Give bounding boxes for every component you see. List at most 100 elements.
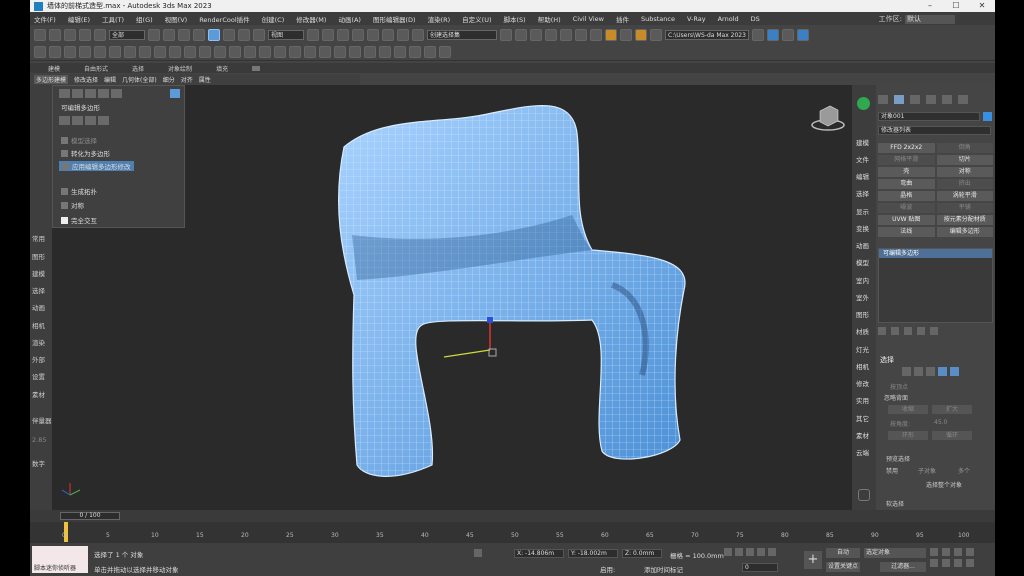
key-filters-button[interactable]: 过滤器... <box>880 562 926 572</box>
flyout-tool-3-icon[interactable] <box>85 116 96 125</box>
flyout-pin-icon[interactable] <box>170 89 180 98</box>
mod-tile-button[interactable]: 平铺 <box>936 203 993 213</box>
maxscript-listener[interactable]: 脚本迷你侦听器 <box>32 546 88 573</box>
mod-meshsmooth-button[interactable]: 网格平滑 <box>878 155 935 165</box>
border-mode-icon[interactable] <box>926 367 935 376</box>
left-item-camera[interactable]: 相机 <box>32 320 45 330</box>
ref-coord-select[interactable]: 视图 <box>268 29 304 40</box>
flyout-element-icon[interactable] <box>111 89 122 98</box>
mod-extrude-button[interactable]: 挤出 <box>936 179 993 189</box>
text-tool-icon[interactable] <box>94 45 106 58</box>
render-production-icon[interactable] <box>650 28 662 41</box>
side-item-interior[interactable]: 室内 <box>856 275 869 285</box>
show-end-result-icon[interactable] <box>891 327 899 335</box>
side-item-edit[interactable]: 编辑 <box>856 171 869 181</box>
mod-slice-button[interactable]: 切片 <box>936 155 993 165</box>
soft-selection-rollout[interactable]: 软选择 <box>886 499 904 508</box>
side-settings-icon[interactable] <box>858 489 870 501</box>
side-item-camera[interactable]: 相机 <box>856 361 869 371</box>
flyout-row-full-interactivity[interactable]: 完全交互 <box>61 215 97 225</box>
zoom-all-icon[interactable] <box>942 548 950 556</box>
project-path-field[interactable]: C:\Users\WS-da Max 2023 <box>665 29 749 40</box>
tab-modeling[interactable]: 建模 <box>48 64 60 73</box>
angle-value-field[interactable]: 45.0 <box>934 419 947 426</box>
stack-item-editable-poly[interactable]: 可编辑多边形 <box>879 249 992 258</box>
y-coord-field[interactable]: Y: -18.002m <box>568 549 618 558</box>
side-item-modeling[interactable]: 建模 <box>856 137 869 147</box>
object-name-field[interactable]: 对象001 <box>878 112 980 121</box>
menu-file[interactable]: 文件(F) <box>34 14 56 24</box>
zoom-extents-icon[interactable] <box>954 548 962 556</box>
menu-edit[interactable]: 编辑(E) <box>68 14 90 24</box>
align-view-icon[interactable] <box>439 45 451 58</box>
maximize-viewport-icon[interactable] <box>966 559 974 567</box>
isolate-toggle-icon[interactable] <box>474 549 482 557</box>
sphere-tool-icon[interactable] <box>64 45 76 58</box>
x-coord-field[interactable]: X: -14.806m <box>514 549 564 558</box>
perspective-viewport[interactable]: 可编辑多边形 模型选择 转化为多边形 应用编辑多边形修改 生成拓扑 对称 完全交… <box>52 85 852 510</box>
side-item-other[interactable]: 其它 <box>856 413 869 423</box>
left-item-modeling[interactable]: 建模 <box>32 268 45 278</box>
pin-stack-icon[interactable] <box>878 327 886 335</box>
mod-edit-poly-button[interactable]: 编辑多边形 <box>936 227 993 237</box>
polygon-mode-icon[interactable] <box>938 367 947 376</box>
menu-graph-editors[interactable]: 图形编辑器(D) <box>373 14 416 24</box>
create-tab-icon[interactable] <box>878 95 888 104</box>
maximize-button[interactable]: ☐ <box>943 0 969 12</box>
measure-icon[interactable] <box>424 45 436 58</box>
named-selection-select[interactable]: 创建选择集 <box>427 29 497 40</box>
pan-icon[interactable] <box>942 559 950 567</box>
center-pivot-icon[interactable] <box>274 45 286 58</box>
flyout-edge-icon[interactable] <box>72 89 83 98</box>
plane-tool-icon[interactable] <box>79 45 91 58</box>
left-item-common[interactable]: 常用 <box>32 233 45 243</box>
mod-noise-button[interactable]: 噪波 <box>878 203 935 213</box>
toggle-ribbon-icon[interactable] <box>560 28 572 41</box>
flyout-row-apply-edit-poly[interactable]: 应用编辑多边形修改 <box>59 161 134 171</box>
window-crossing-icon[interactable] <box>193 28 205 41</box>
menu-ds[interactable]: DS <box>751 15 760 23</box>
left-item-select[interactable]: 选择 <box>32 285 45 295</box>
side-item-animation[interactable]: 动画 <box>856 240 869 250</box>
layer-explorer-icon[interactable] <box>545 28 557 41</box>
next-frame-icon[interactable] <box>757 548 765 556</box>
make-unique-icon[interactable] <box>904 327 912 335</box>
spacewarp-tool-icon[interactable] <box>169 45 181 58</box>
schematic-view-icon[interactable] <box>590 28 602 41</box>
flyout-row-convert-poly[interactable]: 转化为多边形 <box>61 148 110 158</box>
undo-icon[interactable] <box>34 28 46 41</box>
menu-vray[interactable]: V-Ray <box>687 15 706 23</box>
preview-multi-radio[interactable]: 多个 <box>958 466 970 475</box>
side-item-cloud[interactable]: 云端 <box>856 447 869 457</box>
line-tool-icon[interactable] <box>109 45 121 58</box>
add-key-icon[interactable]: + <box>804 551 822 569</box>
menu-rendering[interactable]: 渲染(R) <box>428 14 451 24</box>
side-item-exterior[interactable]: 室外 <box>856 292 869 302</box>
key-target-select[interactable]: 选定对象 <box>864 548 926 558</box>
go-start-icon[interactable] <box>724 548 732 556</box>
side-item-shapes[interactable]: 图形 <box>856 309 869 319</box>
tab-freeform[interactable]: 自由形式 <box>84 64 108 73</box>
rect-selection-icon[interactable] <box>178 28 190 41</box>
detach-tool-icon[interactable] <box>229 45 241 58</box>
select-manipulate-icon[interactable] <box>322 28 334 41</box>
modifier-list-select[interactable]: 修改器列表 <box>878 126 991 135</box>
minimize-button[interactable]: – <box>917 0 943 12</box>
flyout-vertex-icon[interactable] <box>59 89 70 98</box>
object-color-swatch[interactable] <box>983 112 992 121</box>
subtab-properties[interactable]: 属性 <box>199 75 211 84</box>
modify-tab-icon[interactable] <box>894 95 904 104</box>
mod-uvw-button[interactable]: UVW 贴图 <box>878 215 935 225</box>
left-item-settings[interactable]: 设置 <box>32 371 45 381</box>
fov-icon[interactable] <box>930 559 938 567</box>
side-item-utility[interactable]: 实用 <box>856 395 869 405</box>
menu-substance[interactable]: Substance <box>641 15 675 23</box>
close-button[interactable]: ✕ <box>969 0 995 12</box>
auto-key-button[interactable]: 自动 <box>826 548 860 558</box>
prev-frame-icon[interactable] <box>735 548 743 556</box>
freeze-icon[interactable] <box>334 45 346 58</box>
menu-rendercool[interactable]: RenderCool插件 <box>199 14 249 24</box>
menu-modifiers[interactable]: 修改器(M) <box>296 14 326 24</box>
set-key-button[interactable]: 设置关键点 <box>826 562 860 572</box>
shrink-button[interactable]: 收缩 <box>888 405 928 414</box>
